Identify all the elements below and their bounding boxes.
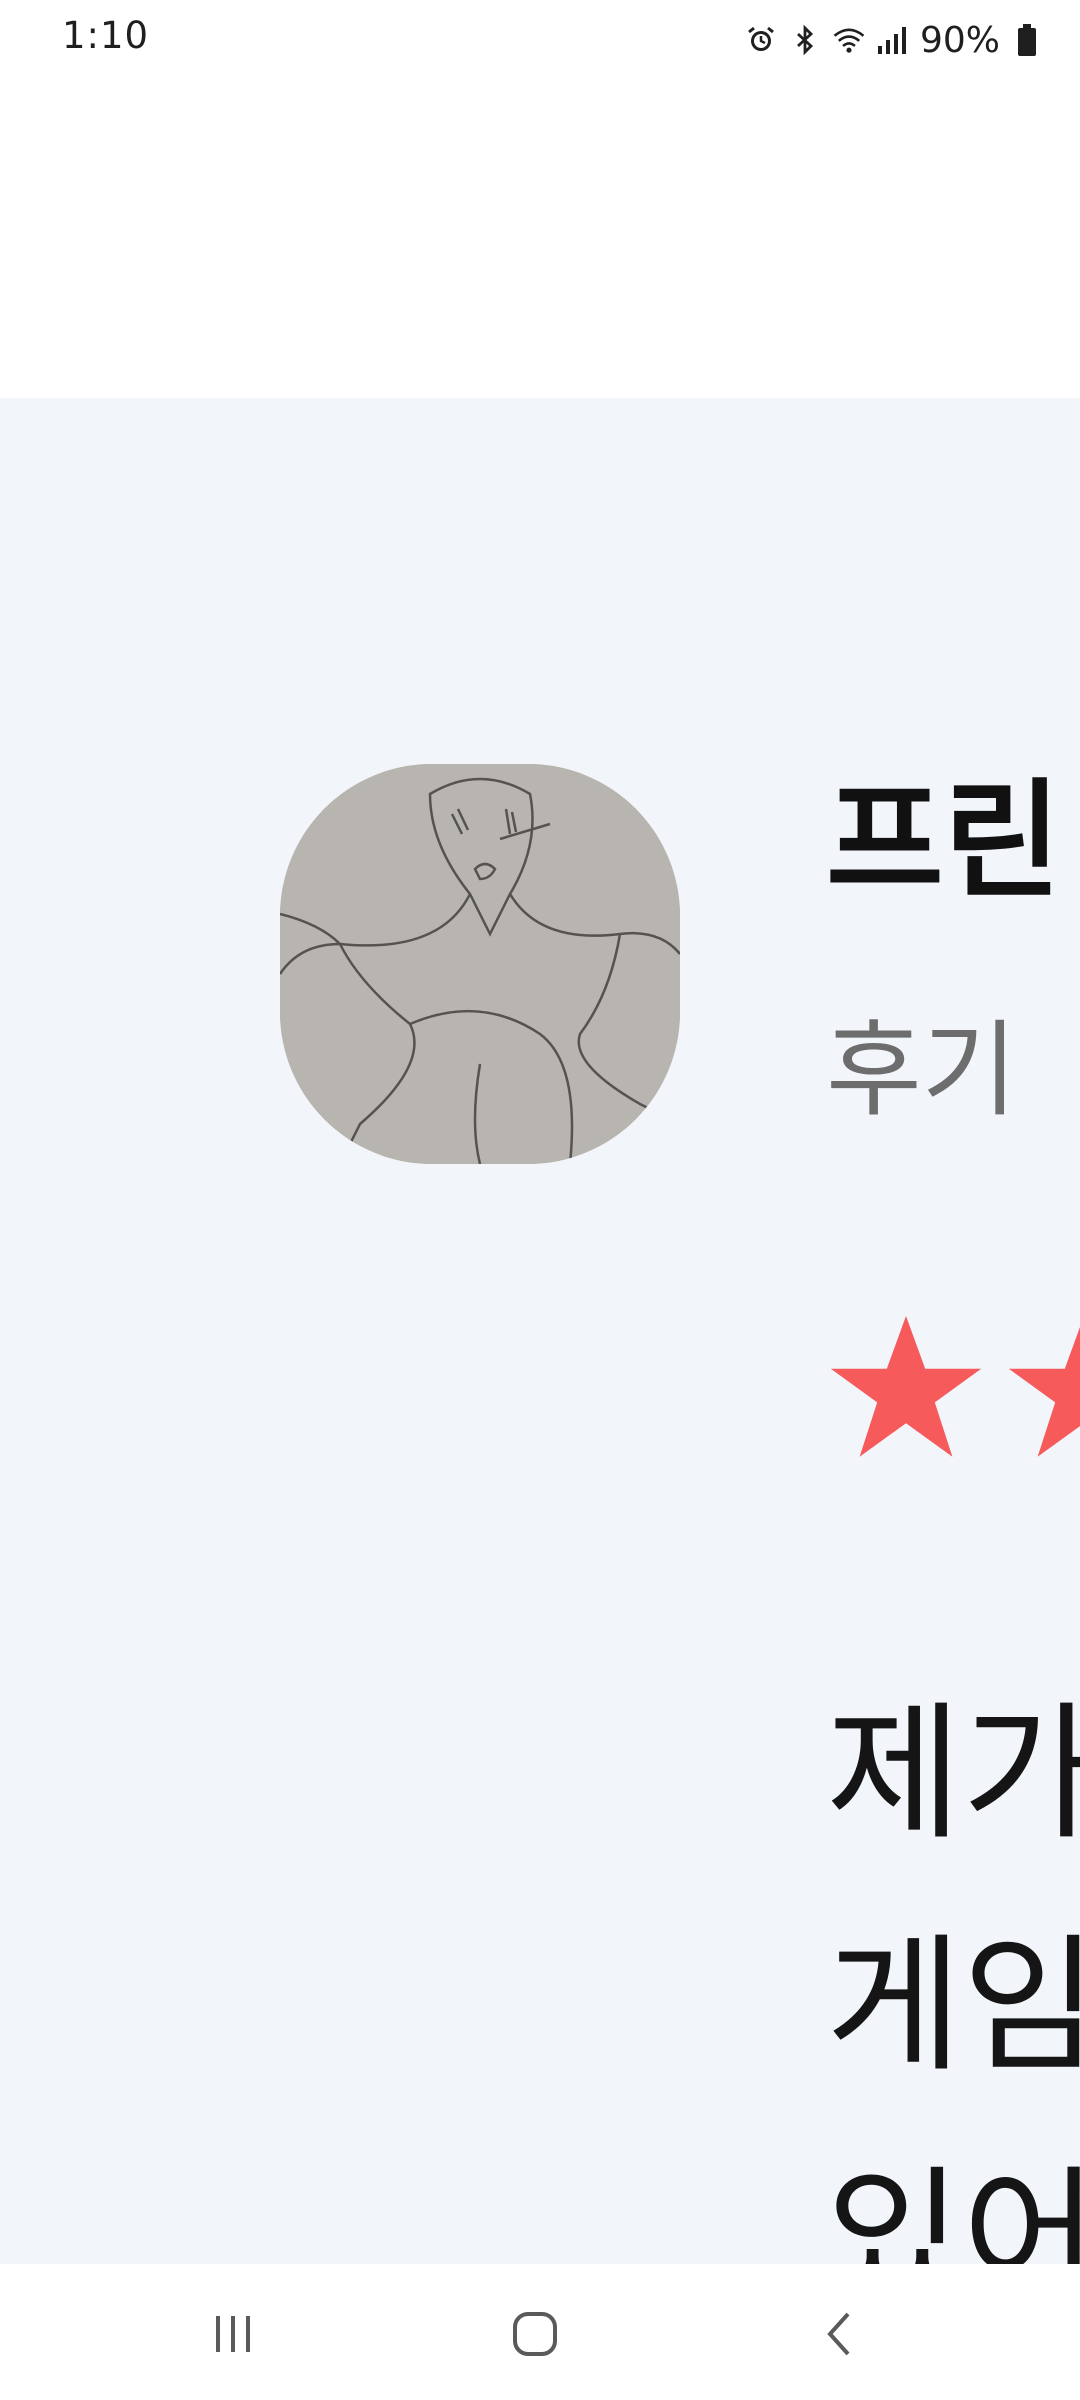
header-area xyxy=(0,80,1080,398)
review-body-line: 게임 xyxy=(826,1920,1080,2092)
star-icon xyxy=(830,1316,982,1457)
review-body-line: 제가 xyxy=(826,1688,1080,1860)
recent-apps-icon xyxy=(216,2316,250,2352)
review-subtitle: 후기 xyxy=(826,1009,1018,1131)
star-icon xyxy=(1008,1327,1080,1457)
back-button[interactable] xyxy=(800,2304,880,2364)
bluetooth-icon xyxy=(788,23,822,57)
review-title: 프린 xyxy=(826,767,1062,916)
avatar-drawing xyxy=(280,764,680,1164)
home-button[interactable] xyxy=(495,2304,575,2364)
recent-apps-button[interactable] xyxy=(193,2304,273,2364)
reviewer-avatar[interactable] xyxy=(280,764,680,1164)
review-body: 제가 게임 있어 xyxy=(826,1658,1080,2264)
status-bar: 1:10 90% xyxy=(0,0,1080,80)
home-icon xyxy=(513,2312,557,2356)
battery-icon xyxy=(1010,23,1044,57)
navigation-bar xyxy=(0,2264,1080,2400)
status-icons: 90% xyxy=(744,18,1044,62)
review-content: 프린 후기 제가 게임 있어 xyxy=(0,398,1080,2264)
rating-stars xyxy=(826,1308,1080,1457)
back-icon xyxy=(827,2312,850,2356)
status-time: 1:10 xyxy=(62,14,150,57)
review-body-line: 있어 xyxy=(826,2152,1080,2264)
wifi-icon xyxy=(832,23,866,57)
alarm-icon xyxy=(744,23,778,57)
signal-icon xyxy=(876,23,910,57)
battery-percentage: 90% xyxy=(919,19,1000,61)
